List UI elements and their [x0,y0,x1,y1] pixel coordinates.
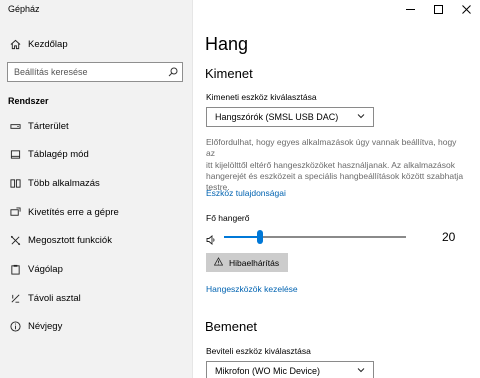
input-device-label: Beviteli eszköz kiválasztása [206,346,311,356]
remote-desktop-icon [8,291,22,305]
maximize-icon [433,4,443,14]
info-icon [8,319,22,333]
sidebar-item-clipboard[interactable]: Vágólap [8,261,63,277]
output-device-label: Kimeneti eszköz kiválasztása [206,92,317,102]
shared-experiences-icon [8,233,22,247]
sidebar: Gépház Kezdőlap Beállítás keresése Rends… [0,0,193,378]
input-heading: Bemenet [205,319,258,334]
description-line: Előfordulhat, hogy egyes alkalmazások úg… [206,137,457,159]
maximize-button[interactable] [424,0,452,18]
volume-slider-row: 20 [206,229,468,245]
sidebar-item-label: Táblagép mód [28,148,89,160]
clipboard-icon [8,262,22,276]
chevron-down-icon [357,112,365,122]
tablet-icon [8,147,22,161]
sidebar-item-project[interactable]: Kivetítés erre a gépre [8,204,119,220]
sidebar-item-label: Megosztott funkciók [28,234,112,246]
home-icon [8,37,22,51]
sidebar-item-multitasking[interactable]: Több alkalmazás [8,175,100,191]
troubleshoot-label: Hibaelhárítás [229,257,280,268]
volume-slider-fill [224,236,261,238]
sidebar-item-remote-desktop[interactable]: Távoli asztal [8,290,81,306]
description-line: itt kijelölttől eltérő hangeszközöket ha… [206,159,455,170]
output-device-dropdown[interactable]: Hangszórók (SMSL USB DAC) [206,107,374,127]
section-label: Rendszer [8,96,49,106]
volume-label: Fő hangerő [206,213,250,223]
project-icon [8,205,22,219]
speaker-icon[interactable] [206,232,216,250]
search-placeholder: Beállítás keresése [14,67,88,77]
sidebar-item-label: Kezdőlap [28,38,68,50]
sidebar-item-label: Névjegy [28,320,63,332]
sidebar-item-shared-experiences[interactable]: Megosztott funkciók [8,232,112,248]
output-description: Előfordulhat, hogy egyes alkalmazások úg… [206,137,464,193]
output-device-value: Hangszórók (SMSL USB DAC) [215,112,339,122]
sidebar-item-label: Távoli asztal [28,292,81,304]
input-device-dropdown[interactable]: Mikrofon (WO Mic Device) [206,361,374,378]
main-panel: Hang Kimenet Kimeneti eszköz kiválasztás… [193,0,480,378]
close-button[interactable] [452,0,480,18]
sidebar-item-label: Kivetítés erre a gépre [28,206,119,218]
window-controls [396,0,480,18]
device-properties-link[interactable]: Eszköz tulajdonságai [206,188,286,198]
sidebar-item-about[interactable]: Névjegy [8,318,62,334]
search-input[interactable]: Beállítás keresése [7,62,183,82]
minimize-button[interactable] [396,0,424,18]
chevron-down-icon [357,366,365,376]
output-heading: Kimenet [205,66,253,81]
sidebar-item-tablet-mode[interactable]: Táblagép mód [8,146,89,162]
sidebar-item-label: Több alkalmazás [28,177,100,189]
search-icon[interactable] [164,63,182,81]
input-device-value: Mikrofon (WO Mic Device) [215,366,321,376]
sidebar-item-label: Vágólap [28,263,63,275]
page-title: Hang [205,34,249,54]
sidebar-item-home[interactable]: Kezdőlap [8,36,68,52]
description-line: hangerejét és eszközeit a speciális hang… [206,170,464,181]
storage-icon [8,119,22,133]
multitasking-icon [8,176,22,190]
warning-icon [213,257,229,268]
troubleshoot-button[interactable]: Hibaelhárítás [206,253,288,272]
app-title: Gépház [8,4,40,14]
sidebar-item-label: Tárterület [28,120,69,132]
minimize-icon [405,8,415,10]
close-icon [461,4,471,14]
sidebar-item-storage[interactable]: Tárterület [8,118,69,134]
volume-slider-thumb[interactable] [257,230,264,244]
manage-devices-link[interactable]: Hangeszközök kezelése [206,284,298,294]
volume-value: 20 [442,230,456,244]
